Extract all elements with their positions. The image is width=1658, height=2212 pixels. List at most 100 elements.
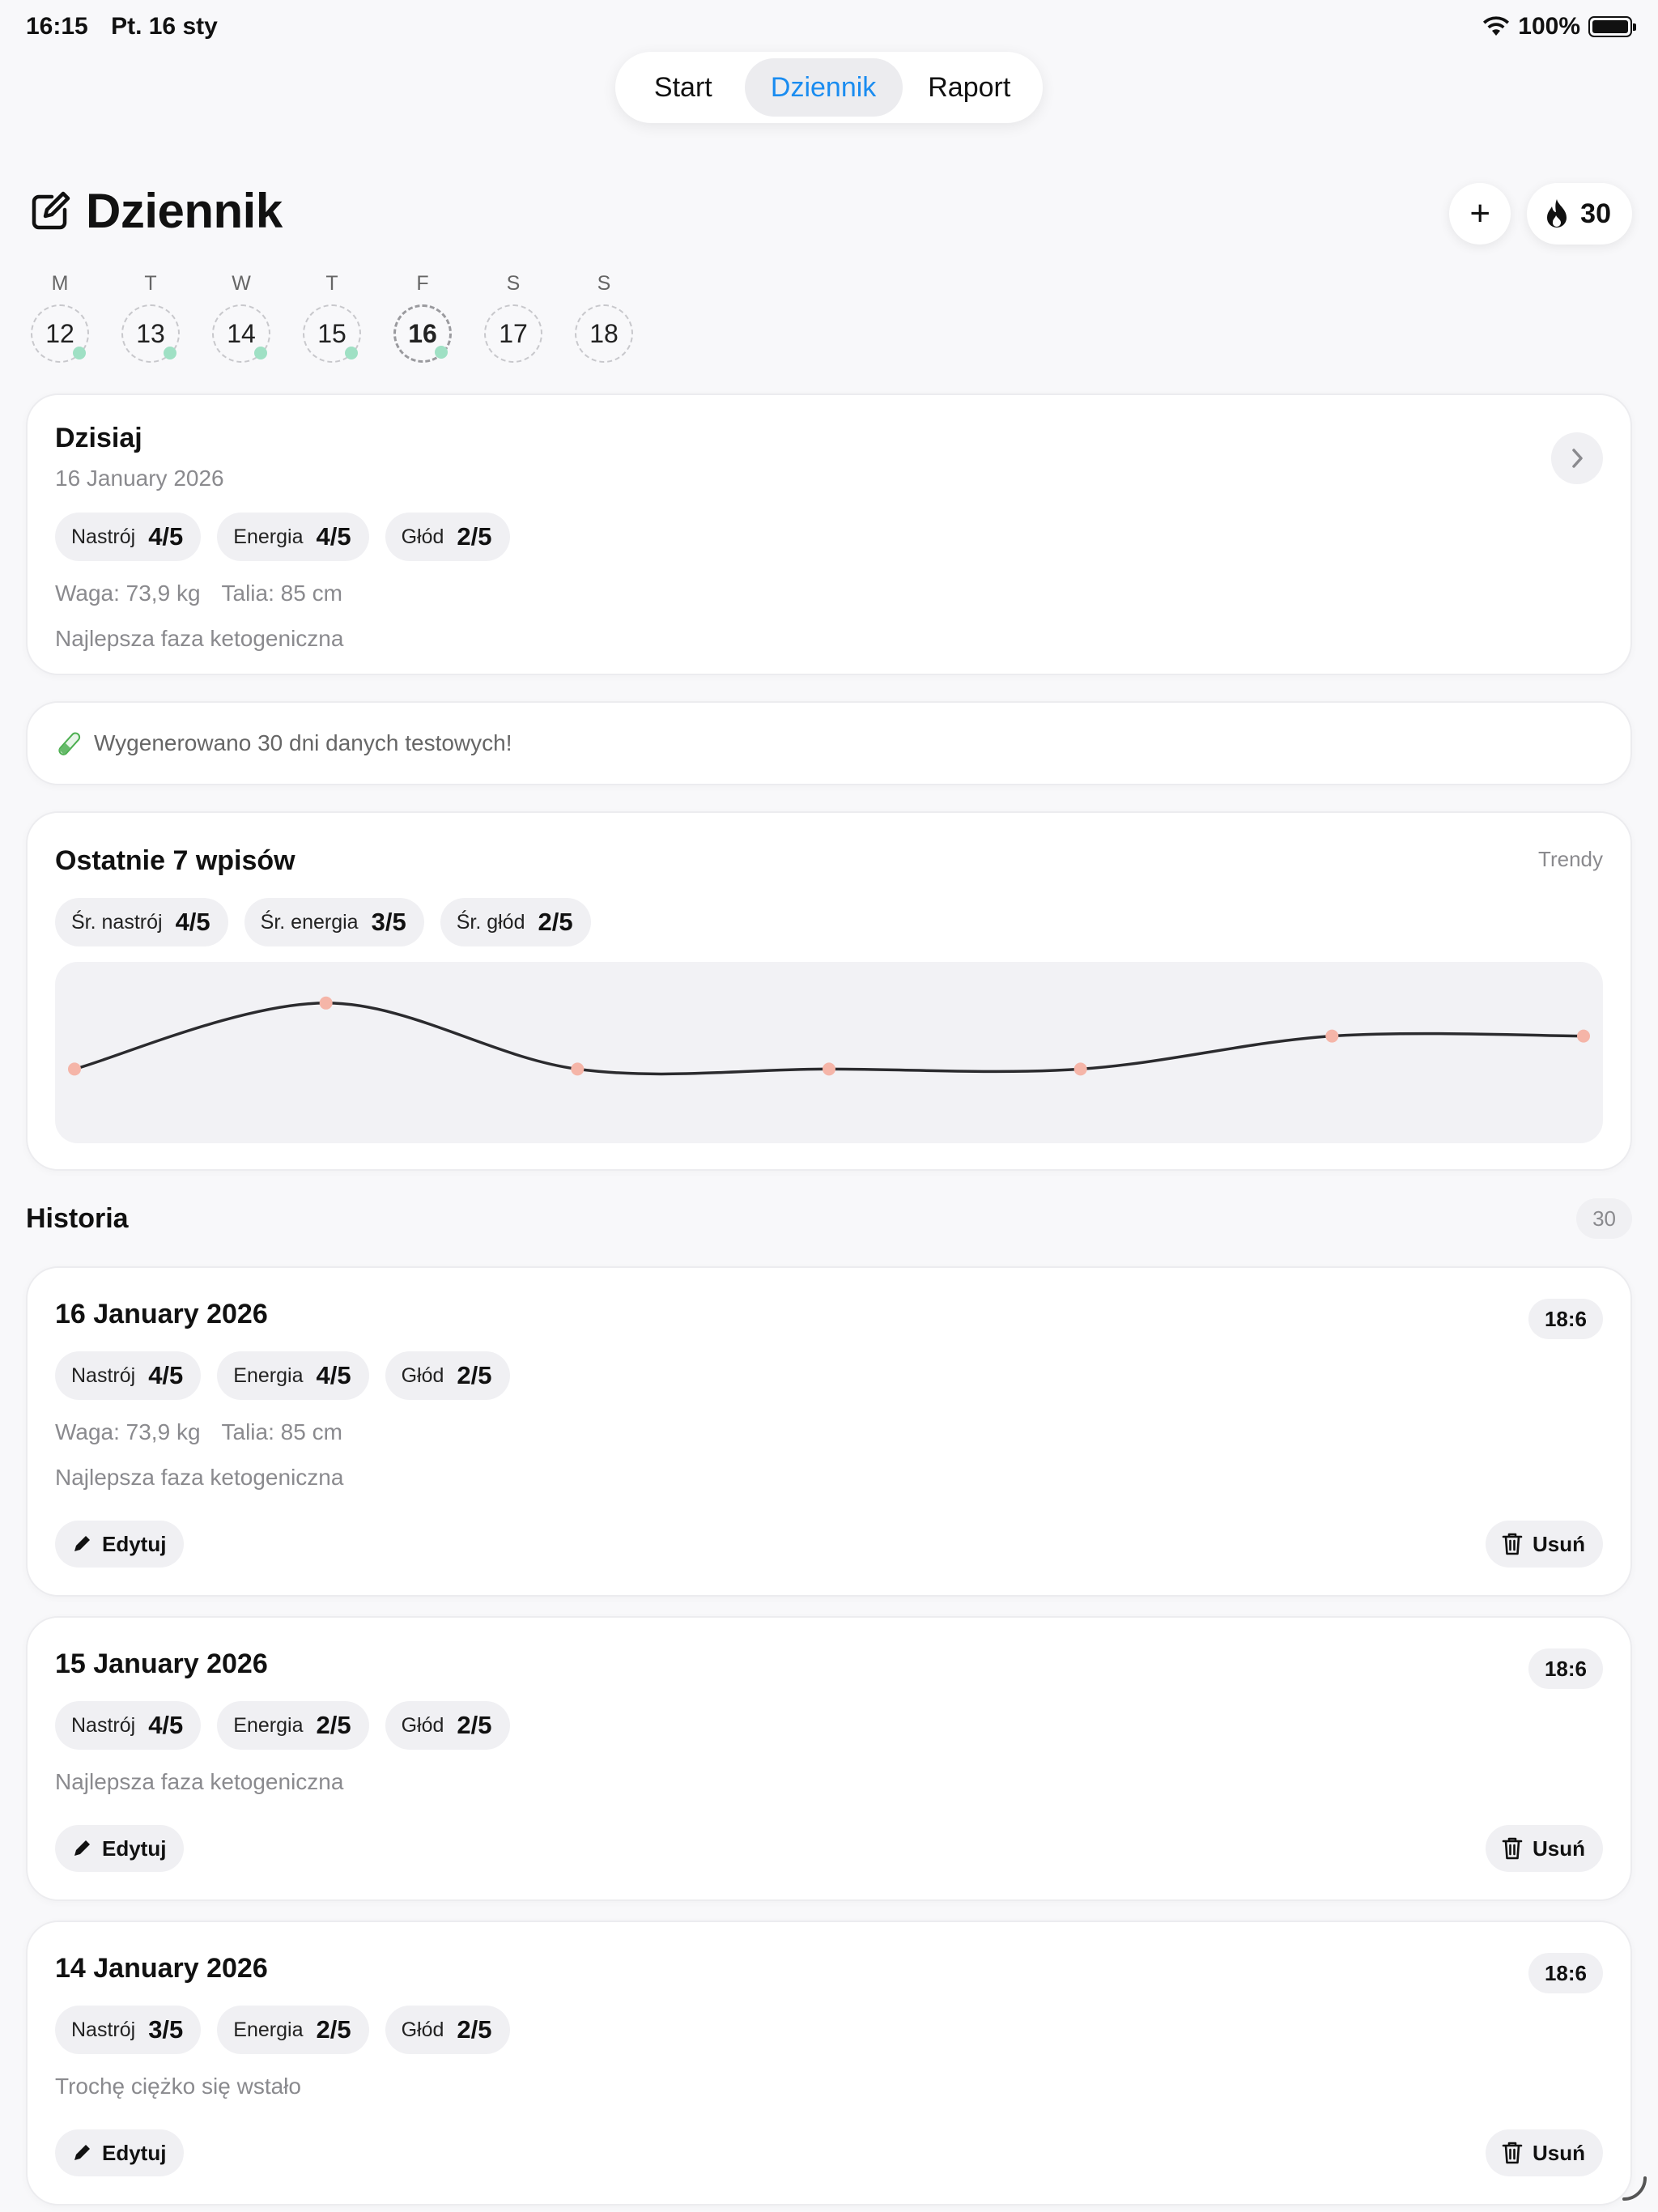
trends-link[interactable]: Trendy xyxy=(1538,847,1603,872)
today-note: Najlepsza faza ketogeniczna xyxy=(55,626,344,651)
chip-value: 4/5 xyxy=(316,1361,351,1389)
hunger-chip: Głód 2/5 xyxy=(385,1351,510,1400)
tab-start[interactable]: Start xyxy=(622,58,745,117)
entry-date: 14 January 2026 xyxy=(55,1953,268,1984)
info-banner: Wygenerowano 30 dni danych testowych! xyxy=(26,701,1632,785)
delete-button[interactable]: Usuń xyxy=(1486,1825,1603,1872)
entry-note: Najlepsza faza ketogeniczna xyxy=(55,1769,344,1794)
chip-label: Energia xyxy=(233,525,304,548)
tab-dziennik[interactable]: Dziennik xyxy=(744,58,903,117)
edit-button[interactable]: Edytuj xyxy=(55,1825,185,1872)
day-number: 14 xyxy=(227,318,256,348)
weekday-letter: F xyxy=(416,272,429,295)
day-button[interactable]: 17 xyxy=(484,304,542,363)
day-number: 13 xyxy=(136,318,165,348)
chip-value: 4/5 xyxy=(148,1361,184,1389)
logged-dot xyxy=(345,347,358,359)
day-button[interactable]: 12 xyxy=(31,304,89,363)
trash-icon xyxy=(1502,2142,1523,2164)
hunger-chip: Głód 2/5 xyxy=(385,2006,510,2054)
logged-dot xyxy=(435,346,448,359)
chip-label: Śr. energia xyxy=(260,910,359,934)
add-entry-button[interactable]: + xyxy=(1449,183,1511,245)
delete-button[interactable]: Usuń xyxy=(1486,2129,1603,2176)
trend-chart xyxy=(55,962,1603,1143)
pencil-icon xyxy=(74,2145,90,2160)
history-count-badge: 30 xyxy=(1576,1198,1632,1239)
streak-button[interactable]: 30 xyxy=(1527,183,1632,245)
chip-value: 3/5 xyxy=(148,2015,184,2044)
recent-entries-card: Ostatnie 7 wpisów Trendy Śr. nastrój 4/5 … xyxy=(26,811,1632,1171)
chip-value: 4/5 xyxy=(148,1711,184,1739)
chip-value: 2/5 xyxy=(457,1361,492,1389)
chip-label: Nastrój xyxy=(71,525,136,548)
week-day: F 16 xyxy=(393,272,452,363)
edit-button[interactable]: Edytuj xyxy=(55,1521,185,1568)
chip-value: 2/5 xyxy=(457,2015,492,2044)
day-button-today[interactable]: 16 xyxy=(393,304,452,363)
week-day: M 12 xyxy=(31,272,89,363)
day-button[interactable]: 13 xyxy=(121,304,180,363)
chip-value: 2/5 xyxy=(316,2015,351,2044)
pencil-icon xyxy=(74,1840,90,1856)
energy-chip: Energia 2/5 xyxy=(217,1701,369,1750)
history-entry: 16 January 2026 18:6 Nastrój 4/5 Energia 4… xyxy=(26,1266,1632,1597)
waist-text: Talia: 85 cm xyxy=(221,581,342,606)
edit-button[interactable]: Edytuj xyxy=(55,2129,185,2176)
edit-note-icon xyxy=(32,191,70,229)
logged-dot xyxy=(73,347,86,359)
entry-measurements: Waga: 73,9 kg Talia: 85 cm xyxy=(55,1419,1603,1445)
status-time: 16:15 xyxy=(26,13,88,40)
tab-raport[interactable]: Raport xyxy=(903,58,1036,117)
day-button[interactable]: 18 xyxy=(575,304,633,363)
hunger-chip: Głód 2/5 xyxy=(385,513,510,561)
energy-chip: Energia 4/5 xyxy=(217,513,369,561)
trash-icon xyxy=(1502,1837,1523,1860)
test-tube-icon xyxy=(58,732,81,755)
weekday-letter: S xyxy=(506,272,521,295)
edit-label: Edytuj xyxy=(102,1836,167,1861)
day-button[interactable]: 14 xyxy=(212,304,270,363)
wifi-icon xyxy=(1483,16,1510,36)
waist-text: Talia: 85 cm xyxy=(221,1419,342,1444)
entry-metrics: Nastrój 4/5 Energia 2/5 Głód 2/5 xyxy=(55,1701,1603,1750)
weekday-letter: W xyxy=(232,272,251,295)
mood-chip: Nastrój 3/5 xyxy=(55,2006,202,2054)
entry-time-badge: 18:6 xyxy=(1528,1299,1603,1339)
trend-point xyxy=(1577,1029,1590,1043)
resize-grip-icon[interactable] xyxy=(1621,2175,1648,2202)
entry-note: Trochę ciężko się wstało xyxy=(55,2074,301,2099)
day-button[interactable]: 15 xyxy=(303,304,361,363)
chip-value: 2/5 xyxy=(457,1711,492,1739)
chip-value: 2/5 xyxy=(457,522,492,551)
status-bar: 16:15 Pt. 16 sty 100% xyxy=(0,0,1658,52)
trend-point xyxy=(823,1062,835,1076)
weight-text: Waga: 73,9 kg xyxy=(55,581,201,606)
week-day: S 17 xyxy=(484,272,542,363)
delete-button[interactable]: Usuń xyxy=(1486,1521,1603,1568)
trend-point xyxy=(571,1062,585,1076)
header-actions: + 30 xyxy=(1449,183,1632,245)
today-card[interactable]: Dzisiaj 16 January 2026 Nastrój 4/5 Energ… xyxy=(26,393,1632,675)
hunger-chip: Głód 2/5 xyxy=(385,1701,510,1750)
day-number: 16 xyxy=(408,318,437,348)
chip-value: 4/5 xyxy=(175,908,210,936)
chevron-right-icon xyxy=(1572,449,1583,468)
chip-label: Energia xyxy=(233,2018,304,2041)
today-metrics: Nastrój 4/5 Energia 4/5 Głód 2/5 xyxy=(55,513,1603,561)
day-number: 15 xyxy=(317,318,346,348)
page-header: Dziennik xyxy=(29,183,283,239)
logged-dot xyxy=(164,347,176,359)
trend-point xyxy=(68,1062,81,1076)
open-today-button[interactable] xyxy=(1551,432,1603,484)
week-day: T 15 xyxy=(303,272,361,363)
delete-label: Usuń xyxy=(1533,1836,1585,1861)
history-title: Historia xyxy=(26,1203,129,1234)
week-day: W 14 xyxy=(212,272,270,363)
edit-label: Edytuj xyxy=(102,1531,167,1556)
weekday-letter: S xyxy=(597,272,611,295)
chip-label: Energia xyxy=(233,1713,304,1737)
weight-text: Waga: 73,9 kg xyxy=(55,1419,201,1444)
avg-hunger-chip: Śr. głód 2/5 xyxy=(440,898,591,946)
mood-chip: Nastrój 4/5 xyxy=(55,1701,202,1750)
